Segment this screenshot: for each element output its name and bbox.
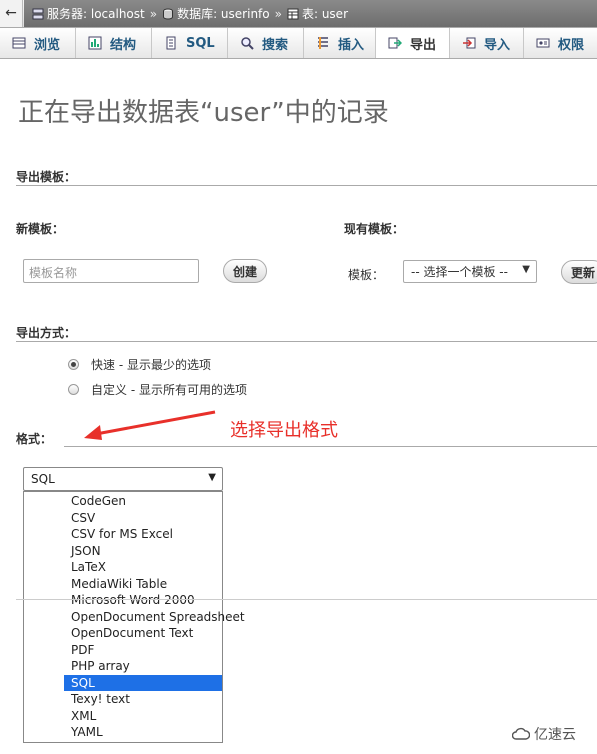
format-option[interactable]: MediaWiki Table [64, 576, 222, 593]
format-option[interactable]: CSV [64, 510, 222, 527]
tab-structure[interactable]: 结构 [76, 28, 152, 58]
divider [16, 599, 597, 600]
tab-insert-label: 插入 [338, 37, 365, 53]
template-name-input[interactable]: 模板名称 [23, 259, 199, 283]
radio-quick[interactable] [68, 359, 79, 370]
import-icon [463, 37, 476, 49]
tab-sql-label: SQL [186, 35, 215, 51]
format-option[interactable]: LaTeX [64, 559, 222, 576]
tab-privileges-label: 权限 [558, 37, 585, 53]
export-method-custom-option[interactable]: 自定义 - 显示所有可用的选项 [68, 381, 247, 398]
tab-export-label: 导出 [410, 37, 437, 53]
template-select-value: -- 选择一个模板 -- [411, 265, 508, 279]
format-dropdown-list[interactable]: CodeGen CSV CSV for MS Excel JSON LaTeX Media… [23, 491, 245, 743]
export-method-quick-label: 快速 - 显示最少的选项 [91, 358, 211, 372]
breadcrumb-table-label: 表: user [301, 7, 349, 21]
breadcrumb-server[interactable]: 服务器: localhost [32, 5, 145, 22]
breadcrumb-separator: » [274, 6, 282, 21]
privileges-icon [536, 38, 550, 48]
radio-custom[interactable] [68, 384, 79, 395]
export-method-heading: 导出方式： [16, 326, 77, 340]
tab-browse-label: 浏览 [34, 37, 61, 53]
breadcrumb-server-label: 服务器: localhost [47, 7, 145, 21]
export-icon [388, 37, 402, 49]
breadcrumb-database-label: 数据库: userinfo [177, 7, 270, 21]
breadcrumb-database[interactable]: 数据库: userinfo [162, 5, 270, 22]
tab-import-label: 导入 [484, 37, 511, 53]
format-option[interactable]: Texy! text [64, 691, 222, 708]
insert-icon [318, 37, 328, 49]
format-option[interactable]: CSV for MS Excel [64, 526, 222, 543]
format-option[interactable]: OpenDocument Text [64, 625, 222, 642]
search-icon [241, 37, 254, 50]
format-option[interactable]: CodeGen [64, 493, 222, 510]
watermark-text: 亿速云 [534, 727, 576, 743]
format-option[interactable]: PDF [64, 642, 222, 659]
format-option[interactable]: SQL [64, 674, 222, 691]
export-method-custom-label: 自定义 - 显示所有可用的选项 [91, 383, 247, 397]
breadcrumb-table[interactable]: 表: user [287, 5, 348, 22]
structure-icon [88, 36, 102, 50]
divider [64, 446, 597, 447]
tab-import[interactable]: 导入 [450, 28, 524, 58]
breadcrumb: 服务器: localhost » 数据库: userinfo » 表: user [24, 0, 597, 27]
tab-search[interactable]: 搜索 [228, 28, 304, 58]
format-option[interactable]: PHP array [64, 658, 222, 675]
tab-bar: 浏览 结构 SQL 搜索 插入 导出 导入 权限 [0, 28, 597, 59]
watermark: 亿速云 [512, 724, 576, 744]
template-field-label: 模板： [348, 268, 385, 282]
breadcrumb-separator: » [149, 6, 158, 21]
tab-insert[interactable]: 插入 [304, 28, 376, 58]
back-arrow-button[interactable]: ← [0, 0, 23, 27]
format-select[interactable]: SQL ▼ [23, 467, 223, 491]
create-template-button[interactable]: 创建 [223, 259, 267, 283]
format-option[interactable]: Microsoft Word 2000 [64, 592, 222, 609]
annotation-arrow-icon [84, 410, 216, 440]
cloud-logo-icon [512, 727, 530, 740]
tab-export[interactable]: 导出 [376, 28, 450, 58]
update-template-button[interactable]: 更新 [561, 260, 597, 284]
format-select-value: SQL [31, 472, 55, 486]
tab-search-label: 搜索 [262, 37, 289, 53]
sql-icon [166, 36, 176, 50]
annotation-label: 选择导出格式 [230, 420, 338, 441]
template-select[interactable]: -- 选择一个模板 -- ▼ [403, 260, 537, 283]
format-option[interactable]: OpenDocument Spreadsheet [64, 609, 245, 626]
tab-structure-label: 结构 [110, 37, 137, 53]
chevron-down-icon: ▼ [208, 472, 216, 483]
breadcrumb-bar: ← 服务器: localhost » 数据库: userinfo » 表: us… [0, 0, 597, 28]
tab-sql[interactable]: SQL [152, 28, 228, 58]
table-icon [287, 8, 299, 19]
browse-icon [12, 37, 26, 49]
export-method-quick-option[interactable]: 快速 - 显示最少的选项 [68, 356, 211, 373]
format-option[interactable]: YAML [64, 724, 222, 741]
format-heading: 格式： [16, 432, 53, 446]
format-option[interactable]: XML [64, 708, 222, 725]
format-option[interactable]: JSON [64, 543, 222, 560]
divider [16, 185, 597, 186]
new-template-label: 新模板： [16, 222, 65, 236]
existing-template-label: 现有模板： [344, 222, 405, 236]
tab-privileges[interactable]: 权限 [524, 28, 597, 58]
server-icon [32, 8, 44, 19]
divider [16, 341, 597, 342]
database-icon [163, 8, 174, 19]
chevron-down-icon: ▼ [522, 264, 530, 275]
export-template-heading: 导出模板： [16, 170, 77, 184]
tab-browse[interactable]: 浏览 [0, 28, 76, 58]
page-title: 正在导出数据表“user”中的记录 [18, 98, 389, 128]
